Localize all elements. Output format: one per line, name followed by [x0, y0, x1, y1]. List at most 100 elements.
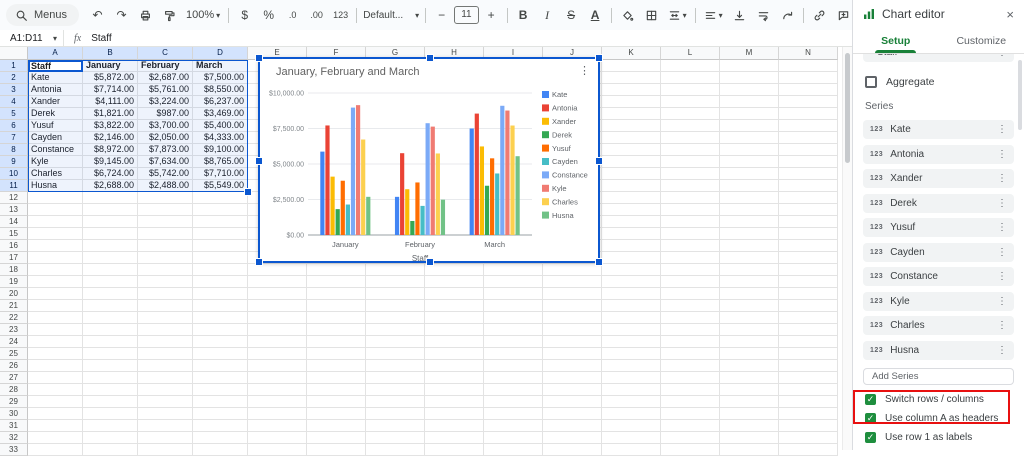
cell[interactable] [193, 276, 248, 288]
cell[interactable] [543, 264, 602, 276]
cell[interactable] [307, 420, 366, 432]
row-header[interactable]: 4 [0, 96, 28, 108]
cell[interactable] [779, 72, 838, 84]
cell[interactable] [83, 312, 138, 324]
row-header[interactable]: 13 [0, 204, 28, 216]
cell[interactable] [193, 192, 248, 204]
cell[interactable] [779, 252, 838, 264]
cell[interactable] [307, 432, 366, 444]
text-wrap-button[interactable] [752, 4, 775, 26]
cell[interactable] [138, 312, 193, 324]
cell[interactable]: $2,050.00 [138, 132, 193, 144]
name-box[interactable]: A1:D11 ▾ [0, 30, 64, 46]
series-row[interactable]: 123Constance⋮ [863, 267, 1014, 286]
cell[interactable] [661, 372, 720, 384]
cell[interactable] [661, 432, 720, 444]
cell[interactable] [779, 360, 838, 372]
cell[interactable] [484, 408, 543, 420]
cell[interactable] [720, 60, 779, 72]
series-row[interactable]: 123Yusuf⋮ [863, 218, 1014, 237]
cell[interactable] [193, 384, 248, 396]
cell[interactable] [28, 336, 83, 348]
cell[interactable] [661, 120, 720, 132]
cell[interactable] [602, 240, 661, 252]
cell[interactable]: Yusuf [28, 120, 83, 132]
cell[interactable]: March [193, 60, 248, 72]
cell[interactable] [193, 336, 248, 348]
formula-input[interactable]: Staff [91, 33, 111, 44]
kebab-icon[interactable]: ⋮ [997, 54, 1007, 58]
cell[interactable] [138, 240, 193, 252]
cell[interactable] [28, 348, 83, 360]
cell[interactable]: $6,724.00 [83, 168, 138, 180]
cell[interactable] [366, 264, 425, 276]
cell[interactable] [543, 276, 602, 288]
cell[interactable] [248, 348, 307, 360]
cell[interactable] [425, 408, 484, 420]
cell[interactable]: $5,400.00 [193, 120, 248, 132]
row-header[interactable]: 14 [0, 216, 28, 228]
cell[interactable] [83, 324, 138, 336]
cell[interactable] [248, 384, 307, 396]
cell[interactable]: $9,100.00 [193, 144, 248, 156]
kebab-icon[interactable]: ⋮ [997, 124, 1007, 135]
series-row[interactable]: 123Derek⋮ [863, 194, 1014, 213]
font-select[interactable]: Default...▾ [361, 4, 421, 26]
row-header[interactable]: 19 [0, 276, 28, 288]
cell[interactable] [779, 408, 838, 420]
cell[interactable]: $4,111.00 [83, 96, 138, 108]
cell[interactable] [720, 84, 779, 96]
cell[interactable] [248, 420, 307, 432]
cell[interactable] [602, 180, 661, 192]
row-header[interactable]: 15 [0, 228, 28, 240]
row-header[interactable]: 23 [0, 324, 28, 336]
cell[interactable] [193, 408, 248, 420]
row-header[interactable]: 22 [0, 312, 28, 324]
cell[interactable] [484, 324, 543, 336]
cell[interactable] [28, 312, 83, 324]
cell[interactable] [720, 348, 779, 360]
column-header[interactable]: D [193, 47, 248, 60]
cell[interactable] [28, 228, 83, 240]
kebab-icon[interactable]: ⋮ [997, 247, 1007, 258]
cell[interactable] [366, 396, 425, 408]
cell[interactable] [138, 288, 193, 300]
cell[interactable] [425, 384, 484, 396]
cell[interactable] [193, 420, 248, 432]
cell[interactable]: $2,488.00 [138, 180, 193, 192]
cell[interactable] [602, 348, 661, 360]
series-row[interactable]: 123Cayden⋮ [863, 243, 1014, 262]
cell[interactable] [248, 396, 307, 408]
column-header[interactable]: B [83, 47, 138, 60]
cell[interactable]: $5,761.00 [138, 84, 193, 96]
cell[interactable] [543, 348, 602, 360]
cell[interactable] [484, 264, 543, 276]
cell[interactable] [28, 252, 83, 264]
cell[interactable] [602, 264, 661, 276]
cell[interactable] [661, 204, 720, 216]
cell[interactable] [248, 288, 307, 300]
cell[interactable] [28, 276, 83, 288]
cell[interactable] [484, 432, 543, 444]
cell[interactable] [366, 312, 425, 324]
cell[interactable] [366, 360, 425, 372]
cell[interactable] [661, 288, 720, 300]
cell[interactable] [248, 372, 307, 384]
cell[interactable]: $7,710.00 [193, 168, 248, 180]
cell[interactable]: $3,469.00 [193, 108, 248, 120]
cell[interactable]: Constance [28, 144, 83, 156]
cell[interactable] [602, 216, 661, 228]
cell[interactable] [543, 420, 602, 432]
kebab-icon[interactable]: ⋮ [997, 149, 1007, 160]
cell[interactable] [425, 276, 484, 288]
cell[interactable] [602, 396, 661, 408]
cell[interactable]: $2,146.00 [83, 132, 138, 144]
cell[interactable] [138, 192, 193, 204]
cell[interactable] [248, 300, 307, 312]
cell[interactable] [720, 204, 779, 216]
chart-resize-handle[interactable] [595, 258, 603, 266]
series-row[interactable]: 123Kate⋮ [863, 120, 1014, 139]
vertical-align-button[interactable] [728, 4, 751, 26]
cell[interactable] [307, 396, 366, 408]
cell[interactable] [779, 312, 838, 324]
